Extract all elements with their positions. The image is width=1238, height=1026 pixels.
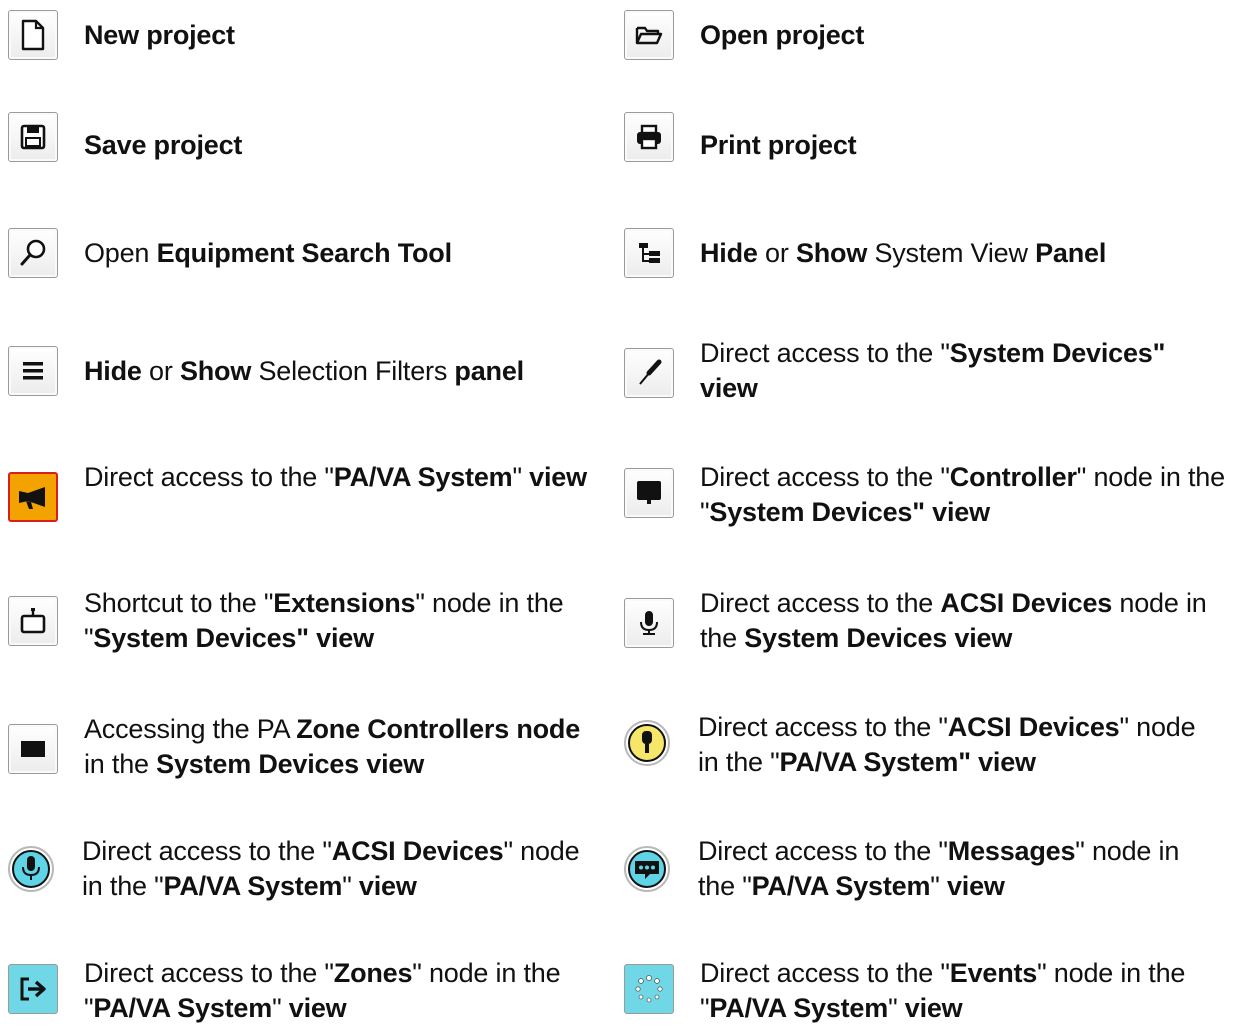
item-text: Shortcut to the "Extensions" node in the… [84,588,564,653]
folder-open-icon [624,10,674,60]
message-bubble-icon [622,844,672,894]
legend-item-acsi-devices-pava: Direct access to the "ACSI Devices" node… [622,712,1229,777]
tree-view-icon [624,228,674,278]
legend-item-controller-node: Direct access to the "Controller" node i… [624,462,1229,527]
yellow-microphone-icon [622,718,672,768]
events-spinner-icon [624,964,674,1014]
legend-item-system-devices-view: Direct access to the "System Devices" vi… [624,338,1229,403]
legend-item-new-project: New project [8,10,598,60]
item-text: Print project [700,130,857,160]
item-text: Direct access to the "Events" node in th… [700,958,1186,1023]
item-text: Direct access to the ACSI Devices node i… [700,588,1207,653]
legend-item-print-project: Print project [624,112,1229,162]
item-text: Direct access to the "Controller" node i… [700,462,1225,527]
item-text: Direct access to the "PA/VA System" view [84,462,587,492]
legend-item-acsi-devices-node: Direct access to the ACSI Devices node i… [624,588,1229,653]
zone-arrow-icon [8,964,58,1014]
item-text: Hide or Show Selection Filters panel [84,356,524,386]
legend-item-events-node: Direct access to the "Events" node in th… [624,958,1229,1023]
legend-item-equipment-search: Open Equipment Search Tool [8,228,598,278]
megaphone-icon [8,472,58,522]
legend-item-selection-filters: Hide or Show Selection Filters panel [8,346,598,396]
save-floppy-icon [8,112,58,162]
blue-microphone-icon [6,844,56,894]
legend-item-messages-node: Direct access to the "Messages" node in … [622,836,1229,901]
legend-item-pava-system-view: Direct access to the "PA/VA System" view [8,462,598,522]
microphone-square-icon [624,598,674,648]
item-text: Direct access to the "ACSI Devices" node… [698,712,1196,777]
item-text: Open Equipment Search Tool [84,238,452,268]
item-text: Save project [84,130,243,160]
item-text: Direct access to the "Zones" node in the… [84,958,561,1023]
extension-box-icon [8,596,58,646]
monitor-icon [624,468,674,518]
new-file-icon [8,10,58,60]
printer-icon [624,112,674,162]
item-text: Hide or Show System View Panel [700,238,1107,268]
filter-lines-icon [8,346,58,396]
item-text: New project [84,20,235,50]
legend-item-open-project: Open project [624,10,1229,60]
legend-item-zones-node: Direct access to the "Zones" node in the… [8,958,598,1023]
legend-item-extensions-node: Shortcut to the "Extensions" node in the… [8,588,598,653]
magnifier-icon [8,228,58,278]
item-text: Direct access to the "Messages" node in … [698,836,1180,901]
legend-item-zone-controllers-node: Accessing the PA Zone Controllers node i… [8,714,598,779]
item-text: Direct access to the "ACSI Devices" node… [82,836,580,901]
legend-item-save-project: Save project [8,112,598,162]
zone-controller-icon [8,724,58,774]
item-text: Open project [700,20,865,50]
item-text: Accessing the PA Zone Controllers node i… [84,714,581,779]
legend-item-system-view-panel: Hide or Show System View Panel [624,228,1229,278]
legend-item-acsi-devices-pava-2: Direct access to the "ACSI Devices" node… [6,836,598,901]
screwdriver-icon [624,348,674,398]
item-text: Direct access to the "System Devices" vi… [700,338,1166,403]
